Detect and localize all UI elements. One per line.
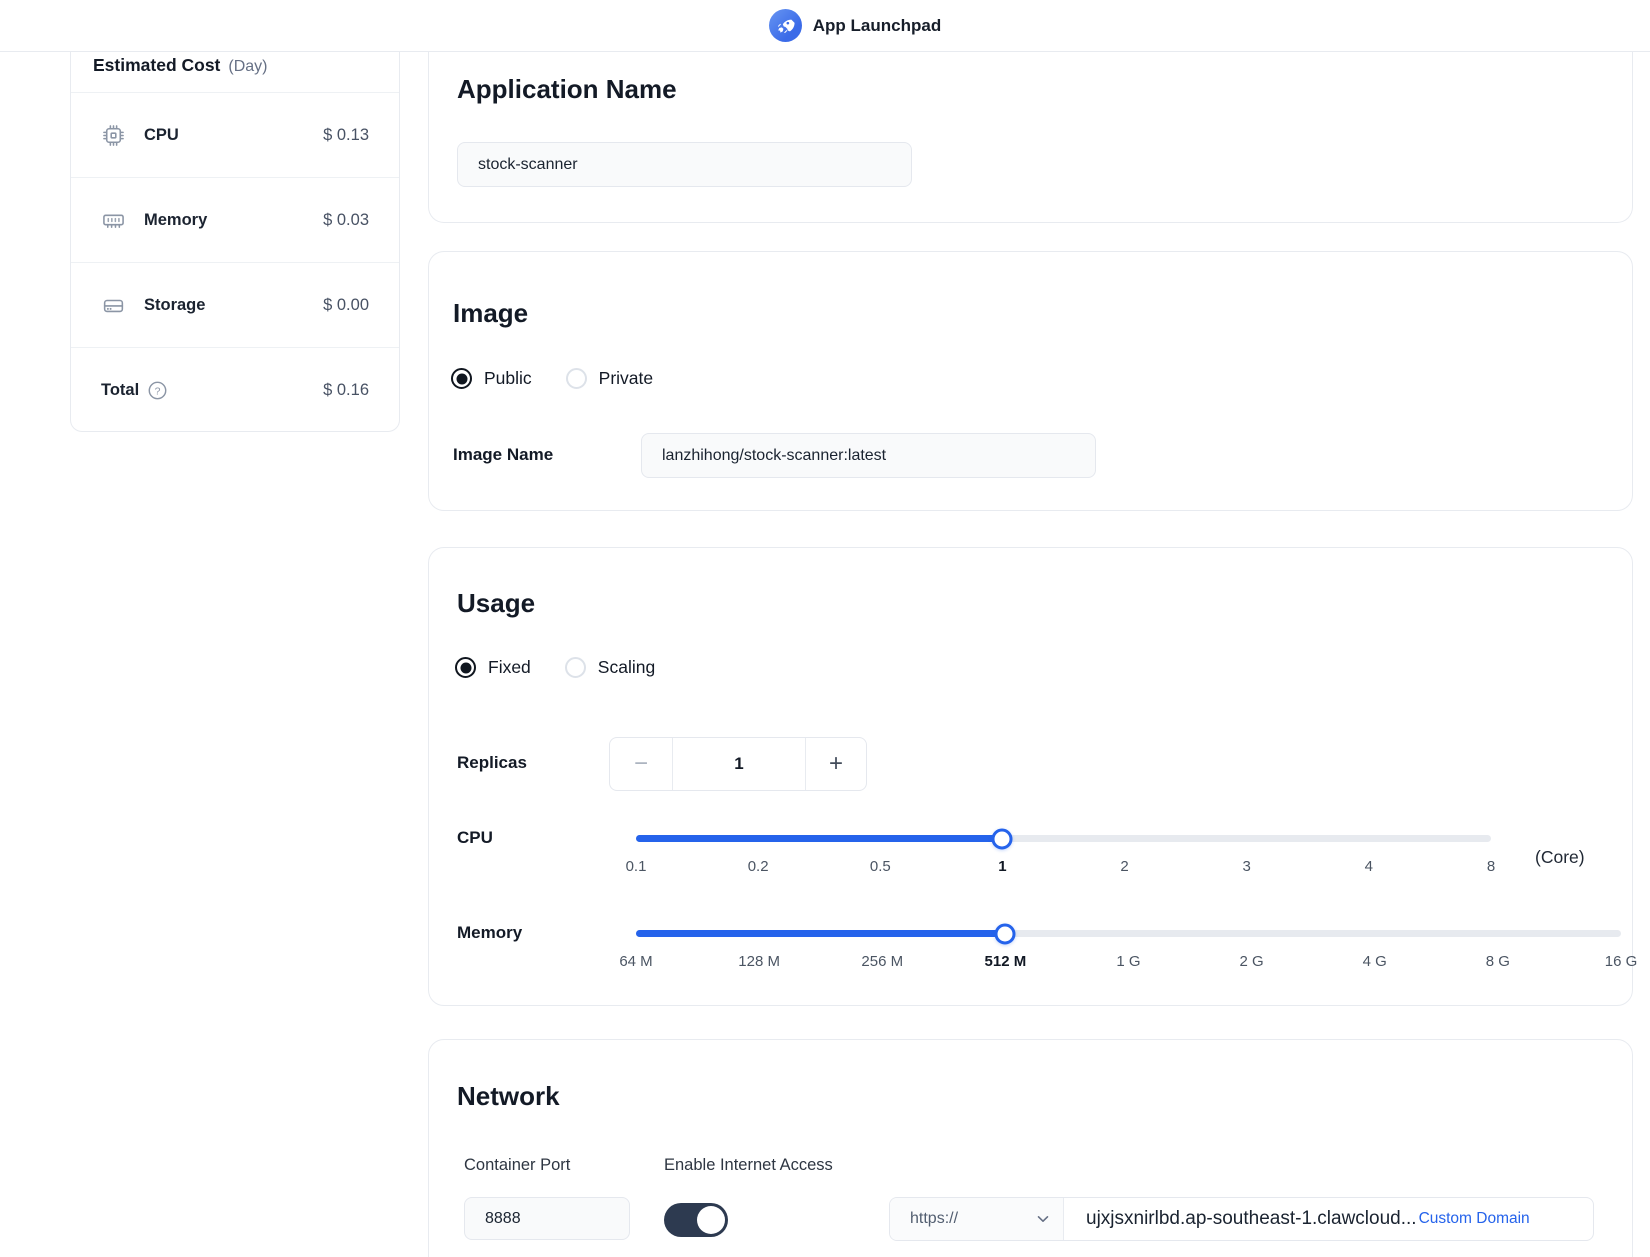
cost-item-label: Storage xyxy=(144,296,205,315)
internet-access-toggle[interactable] xyxy=(664,1203,728,1237)
cpu-tick: 8 xyxy=(1487,856,1495,878)
cpu-slider-label: CPU xyxy=(457,828,493,848)
usage-mode-radios: Fixed Scaling xyxy=(455,657,655,678)
cost-item-value: $ 0.13 xyxy=(323,126,369,145)
memory-tick: 2 G xyxy=(1240,951,1264,973)
cost-panel-title: Estimated Cost xyxy=(93,55,220,76)
image-card: Image Public Private Image Name xyxy=(428,251,1633,511)
replicas-decrease-button[interactable]: − xyxy=(610,738,672,790)
memory-tick: 128 M xyxy=(738,951,780,973)
cost-row-storage: Storage $ 0.00 xyxy=(71,262,399,347)
cpu-tick: 0.2 xyxy=(748,856,769,878)
toggle-knob xyxy=(697,1206,725,1234)
page-title: App Launchpad xyxy=(813,16,941,36)
memory-slider-label: Memory xyxy=(457,923,522,943)
protocol-select[interactable]: https:// xyxy=(890,1198,1064,1240)
radio-fixed[interactable]: Fixed xyxy=(455,657,531,678)
radio-selected-icon[interactable] xyxy=(455,657,476,678)
radio-scaling[interactable]: Scaling xyxy=(565,657,655,678)
cost-row-total: Total ? $ 0.16 xyxy=(71,347,399,432)
application-name-heading: Application Name xyxy=(457,74,677,105)
cpu-slider[interactable] xyxy=(636,835,1491,842)
replicas-label: Replicas xyxy=(457,753,527,773)
cost-row-memory: Memory $ 0.03 xyxy=(71,177,399,262)
radio-selected-icon[interactable] xyxy=(451,368,472,389)
chevron-down-icon xyxy=(1037,1215,1049,1223)
memory-tick: 256 M xyxy=(861,951,903,973)
application-name-card: Application Name xyxy=(428,52,1633,223)
network-card: Network Container Port Enable Internet A… xyxy=(428,1039,1633,1257)
replicas-stepper: − 1 + xyxy=(609,737,867,791)
cpu-tick: 0.5 xyxy=(870,856,891,878)
radio-private[interactable]: Private xyxy=(566,368,653,389)
radio-public[interactable]: Public xyxy=(451,368,532,389)
replicas-increase-button[interactable]: + xyxy=(806,738,866,790)
cost-row-cpu: CPU $ 0.13 xyxy=(71,92,399,177)
memory-icon xyxy=(101,208,126,233)
memory-slider-fill xyxy=(636,930,1005,937)
app-launchpad-page: App Launchpad Estimated Cost (Day) CPU $… xyxy=(0,0,1650,1257)
cpu-tick: 2 xyxy=(1120,856,1128,878)
container-port-label: Container Port xyxy=(464,1156,570,1175)
usage-card: Usage Fixed Scaling Replicas − 1 + CPU 0… xyxy=(428,547,1633,1006)
cost-item-value: $ 0.03 xyxy=(323,211,369,230)
memory-slider-handle[interactable] xyxy=(995,923,1016,944)
generated-domain: ujxjsxnirlbd.ap-southeast-1.clawcloud... xyxy=(1086,1208,1417,1230)
enable-internet-access-label: Enable Internet Access xyxy=(664,1156,833,1175)
domain-field[interactable]: ujxjsxnirlbd.ap-southeast-1.clawcloud...… xyxy=(1064,1198,1593,1240)
cpu-slider-handle[interactable] xyxy=(992,828,1013,849)
radio-unselected-icon[interactable] xyxy=(565,657,586,678)
storage-icon xyxy=(101,293,126,318)
memory-tick-selected: 512 M xyxy=(985,951,1027,973)
cost-panel-period: (Day) xyxy=(228,58,267,76)
cpu-slider-fill xyxy=(636,835,1002,842)
svg-text:?: ? xyxy=(155,385,161,397)
cpu-tick: 4 xyxy=(1365,856,1373,878)
application-name-input[interactable] xyxy=(457,142,912,187)
cost-item-value: $ 0.00 xyxy=(323,296,369,315)
cpu-icon xyxy=(101,123,126,148)
radio-unselected-icon[interactable] xyxy=(566,368,587,389)
help-icon[interactable]: ? xyxy=(147,380,168,401)
image-heading: Image xyxy=(453,298,528,329)
cost-item-label: CPU xyxy=(144,126,179,145)
memory-tick: 8 G xyxy=(1486,951,1510,973)
memory-slider-ticks: 64 M 128 M 256 M 512 M 1 G 2 G 4 G 8 G 1… xyxy=(636,951,1621,973)
cpu-tick: 0.1 xyxy=(626,856,647,878)
cpu-unit-label: (Core) xyxy=(1535,847,1585,868)
usage-heading: Usage xyxy=(457,588,535,619)
total-value: $ 0.16 xyxy=(323,381,369,400)
url-control: https:// ujxjsxnirlbd.ap-southeast-1.cla… xyxy=(889,1197,1594,1241)
cpu-tick-selected: 1 xyxy=(998,856,1006,878)
custom-domain-link[interactable]: Custom Domain xyxy=(1419,1210,1530,1228)
cpu-slider-ticks: 0.1 0.2 0.5 1 2 3 4 8 xyxy=(636,856,1491,878)
image-name-label: Image Name xyxy=(453,445,553,465)
memory-tick: 4 G xyxy=(1363,951,1387,973)
cost-item-label: Memory xyxy=(144,211,207,230)
memory-slider[interactable] xyxy=(636,930,1621,937)
image-name-input[interactable] xyxy=(641,433,1096,478)
memory-tick: 16 G xyxy=(1605,951,1638,973)
estimated-cost-panel: Estimated Cost (Day) CPU $ 0.13 Memory $… xyxy=(70,52,400,432)
replicas-value[interactable]: 1 xyxy=(672,738,806,790)
network-heading: Network xyxy=(457,1081,560,1112)
image-visibility-radios: Public Private xyxy=(451,368,653,389)
protocol-value: https:// xyxy=(910,1210,958,1228)
top-header: App Launchpad xyxy=(0,0,1650,52)
memory-tick: 1 G xyxy=(1116,951,1140,973)
container-port-input[interactable] xyxy=(464,1197,630,1240)
total-label: Total xyxy=(101,381,139,400)
rocket-icon xyxy=(769,9,802,42)
memory-tick: 64 M xyxy=(619,951,652,973)
cpu-tick: 3 xyxy=(1243,856,1251,878)
